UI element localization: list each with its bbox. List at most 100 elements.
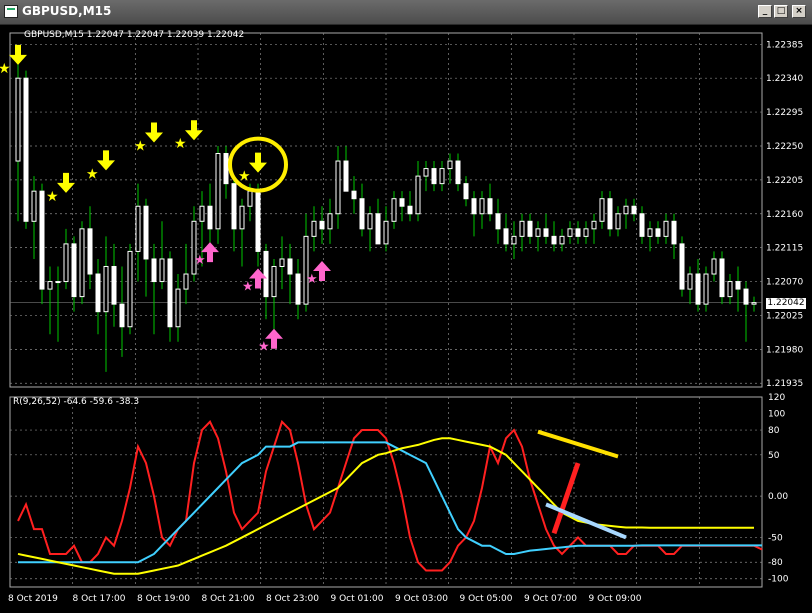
indicator-info-label: R(9,26,52) -64.6 -59.6 -38.3 (13, 397, 140, 407)
bullish-candle (391, 198, 397, 222)
bullish-candle (599, 198, 605, 222)
bearish-candle (735, 281, 741, 290)
bearish-candle (575, 228, 581, 237)
indicator-tick-label: 50 (768, 451, 780, 461)
bullish-candle (591, 220, 597, 230)
bullish-candle (423, 168, 429, 177)
bearish-candle (359, 198, 365, 230)
time-tick-label: 9 Oct 05:00 (460, 594, 513, 604)
bullish-candle (751, 302, 757, 305)
time-tick-label: 8 Oct 21:00 (202, 594, 255, 604)
indicator-tick-label: 80 (768, 426, 780, 436)
time-tick-label: 8 Oct 19:00 (137, 594, 190, 604)
time-tick-label: 9 Oct 09:00 (589, 594, 642, 604)
bullish-candle (127, 250, 133, 328)
sell-star-icon: ★ (174, 136, 187, 152)
bullish-candle (623, 205, 629, 215)
price-tick-label: 1.22205 (766, 176, 803, 186)
bearish-candle (551, 235, 557, 245)
buy-star-icon: ★ (242, 279, 254, 294)
bearish-candle (319, 220, 325, 230)
bearish-candle (399, 198, 405, 207)
bullish-candle (367, 213, 373, 230)
time-tick-label: 9 Oct 01:00 (331, 594, 384, 604)
sell-star-icon: ★ (0, 61, 11, 77)
window-title: GBPUSD,M15 (22, 4, 112, 18)
bullish-candle (335, 160, 341, 215)
bullish-candle (183, 273, 189, 290)
bullish-candle (303, 235, 309, 305)
bullish-candle (135, 205, 141, 252)
bearish-candle (287, 258, 293, 275)
bearish-candle (407, 205, 413, 215)
time-tick-label: 8 Oct 23:00 (266, 594, 319, 604)
bullish-candle (159, 258, 165, 283)
bearish-candle (631, 205, 637, 215)
bullish-candle (511, 235, 517, 245)
bullish-candle (519, 220, 525, 237)
bullish-candle (415, 175, 421, 215)
current-price-label: 1.22042 (766, 298, 806, 309)
time-tick-label: 8 Oct 2019 (8, 594, 58, 604)
bullish-candle (47, 281, 53, 290)
symbol-info-label: GBPUSD,M15 1.22047 1.22047 1.22039 1.220… (24, 30, 245, 40)
bearish-candle (655, 228, 661, 237)
bullish-candle (647, 228, 653, 237)
bearish-candle (255, 190, 261, 252)
bearish-candle (167, 258, 173, 328)
bullish-candle (583, 228, 589, 237)
price-tick-label: 1.22295 (766, 108, 803, 118)
price-tick-label: 1.22340 (766, 74, 803, 84)
bearish-candle (119, 303, 125, 328)
price-tick-label: 1.21980 (766, 345, 803, 355)
bearish-candle (695, 273, 701, 305)
bearish-candle (111, 265, 117, 305)
buy-star-icon: ★ (194, 253, 206, 268)
price-tick-label: 1.22385 (766, 40, 803, 50)
window-titlebar[interactable]: GBPUSD,M15 _ □ × (0, 0, 812, 25)
bearish-candle (743, 288, 749, 305)
bullish-candle (215, 153, 221, 230)
bearish-candle (455, 160, 461, 185)
minimize-button[interactable]: _ (758, 5, 772, 18)
price-tick-label: 1.22025 (766, 311, 803, 321)
bullish-candle (279, 258, 285, 267)
indicator-tick-label: -80 (768, 558, 783, 568)
bearish-candle (23, 77, 29, 222)
indicator-line-medium (18, 441, 762, 564)
price-chart-canvas[interactable]: 1.22385 1.22340 1.22295 1.22250 1.22205 1.221… (0, 25, 812, 613)
bullish-candle (383, 220, 389, 245)
bullish-candle (103, 265, 109, 313)
chart-area[interactable]: 1.22385 1.22340 1.22295 1.22250 1.22205 1.221… (0, 25, 812, 613)
time-tick-label: 9 Oct 03:00 (395, 594, 448, 604)
bearish-candle (679, 243, 685, 290)
indicator-tick-label: 100 (768, 410, 785, 420)
bearish-candle (495, 213, 501, 230)
bullish-candle (687, 273, 693, 290)
price-tick-label: 1.22070 (766, 278, 803, 288)
price-tick-label: 1.22250 (766, 142, 803, 152)
bullish-candle (271, 265, 277, 298)
bearish-candle (295, 273, 301, 305)
sell-arrow-icon (57, 172, 75, 193)
bearish-candle (71, 243, 77, 298)
divergence-line-yellow (537, 429, 619, 459)
chart-window-icon (4, 5, 18, 18)
bearish-candle (207, 205, 213, 230)
bearish-candle (95, 273, 101, 313)
close-button[interactable]: × (792, 5, 806, 18)
bullish-candle (239, 205, 245, 230)
bearish-candle (607, 198, 613, 230)
maximize-button[interactable]: □ (774, 5, 788, 18)
bullish-candle (327, 213, 333, 230)
sell-arrow-icon (249, 152, 267, 173)
bullish-candle (727, 281, 733, 298)
bullish-candle (535, 228, 541, 237)
indicator-tick-label: 0.00 (768, 492, 788, 502)
sell-arrow-icon (145, 122, 163, 143)
bearish-candle (719, 258, 725, 298)
bearish-candle (87, 228, 93, 275)
bearish-candle (487, 198, 493, 215)
bearish-candle (231, 183, 237, 230)
bearish-candle (471, 198, 477, 215)
